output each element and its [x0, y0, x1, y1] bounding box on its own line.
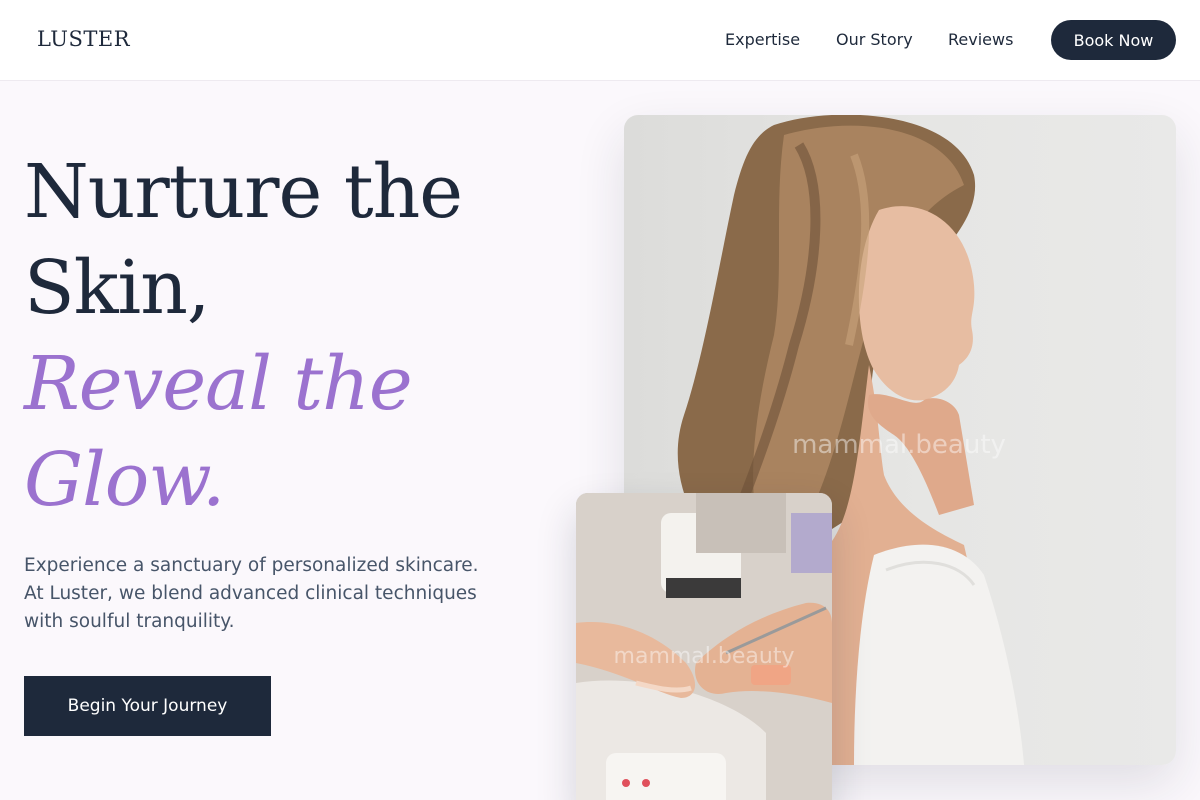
site-header: LUSTER Expertise Our Story Reviews Book … [0, 0, 1200, 81]
nav-link-reviews[interactable]: Reviews [948, 29, 1013, 51]
hero-intro-text: Experience a sanctuary of personalized s… [24, 555, 479, 632]
treatment-image-watermark: mammal.beauty [614, 644, 795, 669]
hero-headline: Nurture the Skin, Reveal the Glow. [24, 144, 584, 528]
main-image-watermark: mammal.beauty [792, 430, 1006, 460]
treatment-image: mammal.beauty [576, 493, 832, 800]
logo[interactable]: LUSTER [37, 26, 130, 52]
book-now-button[interactable]: Book Now [1051, 20, 1176, 60]
headline-accent-line-2: Glow. [24, 437, 225, 523]
headline-line-1: Nurture the [24, 149, 463, 235]
headline-accent-line-1: Reveal the [24, 341, 413, 427]
nav-link-our-story[interactable]: Our Story [836, 29, 913, 51]
begin-journey-button[interactable]: Begin Your Journey [24, 676, 271, 736]
headline-line-2: Skin, [24, 245, 210, 331]
nav-link-expertise[interactable]: Expertise [725, 29, 800, 51]
